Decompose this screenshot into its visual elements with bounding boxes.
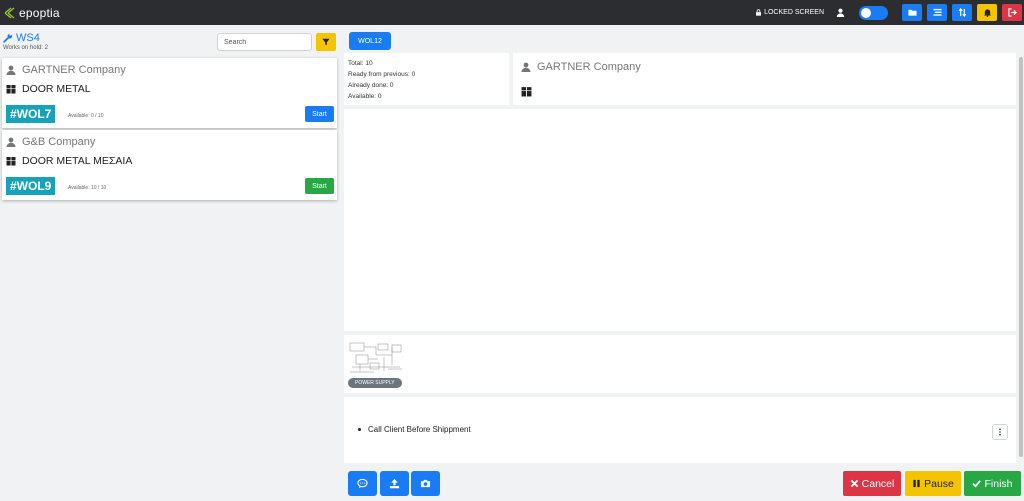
works-on-hold: Works on hold: 2 [3, 45, 48, 51]
notifications-button[interactable] [977, 4, 997, 21]
logout-button[interactable] [1002, 4, 1022, 21]
comment-icon [357, 478, 368, 489]
finish-label: Finish [984, 477, 1013, 490]
start-button[interactable]: Start [305, 178, 334, 194]
search-input[interactable] [217, 33, 312, 51]
user-icon[interactable] [836, 8, 845, 17]
workstation-name: WS4 [16, 32, 40, 44]
detail-customer-name: GARTNER Company [537, 61, 641, 73]
quantity-stats: Total: 10 Ready from previous: 0 Already… [344, 53, 509, 105]
logo-icon [4, 7, 15, 18]
cancel-button[interactable]: Cancel [843, 471, 901, 496]
bell-icon [983, 9, 991, 17]
comment-button[interactable] [348, 471, 377, 496]
product-name: DOOR METAL ΜΕΣΑΙΑ [22, 155, 133, 167]
job-available: Available: 10 / 10 [68, 185, 107, 191]
bullet [358, 428, 361, 431]
stat-available: Available: 0 [348, 93, 382, 100]
job-card[interactable]: GARTNER Company DOOR METAL #WOL7 Availab… [2, 58, 337, 128]
work-area [344, 109, 1016, 331]
user-icon [6, 137, 16, 147]
user-icon [6, 65, 16, 75]
job-customer: G&B Company [6, 136, 95, 148]
job-available: Available: 0 / 10 [68, 113, 104, 119]
camera-button[interactable] [411, 471, 440, 496]
lock-icon [756, 9, 762, 16]
toggle-knob [861, 7, 871, 18]
camera-icon [420, 479, 431, 488]
job-card[interactable]: G&B Company DOOR METAL ΜΕΣΑΙΑ #WOL9 Avai… [2, 130, 337, 200]
ellipsis-vertical-icon [999, 428, 1001, 436]
box-icon [521, 87, 532, 97]
stat-ready-from-previous: Ready from previous: 0 [348, 71, 416, 78]
list-icon [932, 8, 942, 16]
job-code-badge: #WOL7 [6, 105, 56, 123]
locked-screen-indicator[interactable]: LOCKED SCREEN [755, 9, 824, 16]
pause-button[interactable]: Pause [905, 471, 961, 496]
notes-box: Call Client Before Shippment [344, 397, 1016, 463]
notes-menu-button[interactable] [992, 424, 1008, 440]
sort-button[interactable] [952, 4, 972, 21]
customer-name: G&B Company [22, 136, 96, 148]
job-product: DOOR METAL ΜΕΣΑΙΑ [6, 155, 132, 167]
drawing-thumbnail[interactable] [348, 341, 404, 375]
job-customer: GARTNER Company [6, 64, 126, 76]
start-button[interactable]: Start [305, 106, 334, 122]
upload-button[interactable] [380, 471, 409, 496]
note-text: Call Client Before Shippment [368, 425, 471, 434]
job-product: DOOR METAL [6, 83, 91, 95]
wrench-icon [3, 33, 13, 43]
scroll-thumb[interactable] [1019, 57, 1023, 457]
pause-label: Pause [924, 477, 954, 490]
box-icon [6, 85, 16, 94]
folder-button[interactable] [902, 4, 922, 21]
note-item: Call Client Before Shippment [358, 425, 471, 434]
folder-icon [907, 9, 917, 16]
screen-toggle[interactable] [859, 5, 888, 20]
cancel-label: Cancel [861, 477, 895, 490]
pause-icon [913, 479, 920, 488]
user-icon [521, 62, 531, 72]
sort-icon [958, 8, 966, 17]
upload-icon [389, 478, 400, 489]
workstation-title: WS4 [3, 32, 40, 44]
filter-icon [322, 38, 330, 46]
check-icon [972, 480, 982, 488]
finish-button[interactable]: Finish [964, 471, 1021, 496]
filter-button[interactable] [316, 33, 336, 51]
box-icon [6, 157, 16, 166]
product-name: DOOR METAL [22, 83, 91, 95]
attachments-box: POWER SUPPLY [344, 335, 1016, 393]
job-list-panel: WS4 Works on hold: 2 GARTNER Company DOO… [0, 25, 340, 501]
job-detail-panel: WOL12 Total: 10 Ready from previous: 0 A… [340, 25, 1024, 501]
locked-screen-label: LOCKED SCREEN [764, 9, 824, 16]
scrollbar[interactable] [1018, 57, 1024, 461]
attachment-label[interactable]: POWER SUPPLY [348, 378, 402, 388]
tab-wol12[interactable]: WOL12 [349, 32, 391, 50]
sign-out-icon [1007, 8, 1017, 17]
app-logo[interactable]: epoptia [4, 6, 60, 20]
detail-customer: GARTNER Company [521, 61, 641, 73]
customer-name: GARTNER Company [22, 64, 126, 76]
job-code-badge: #WOL9 [6, 177, 56, 195]
list-button[interactable] [927, 4, 947, 21]
stat-total: Total: 10 [348, 60, 373, 67]
logo-text: epoptia [19, 5, 60, 20]
top-bar: epoptia LOCKED SCREEN [0, 0, 1024, 25]
close-icon [850, 479, 858, 488]
stat-already-done: Already done: 0 [348, 82, 394, 89]
customer-box: GARTNER Company [513, 53, 1016, 105]
